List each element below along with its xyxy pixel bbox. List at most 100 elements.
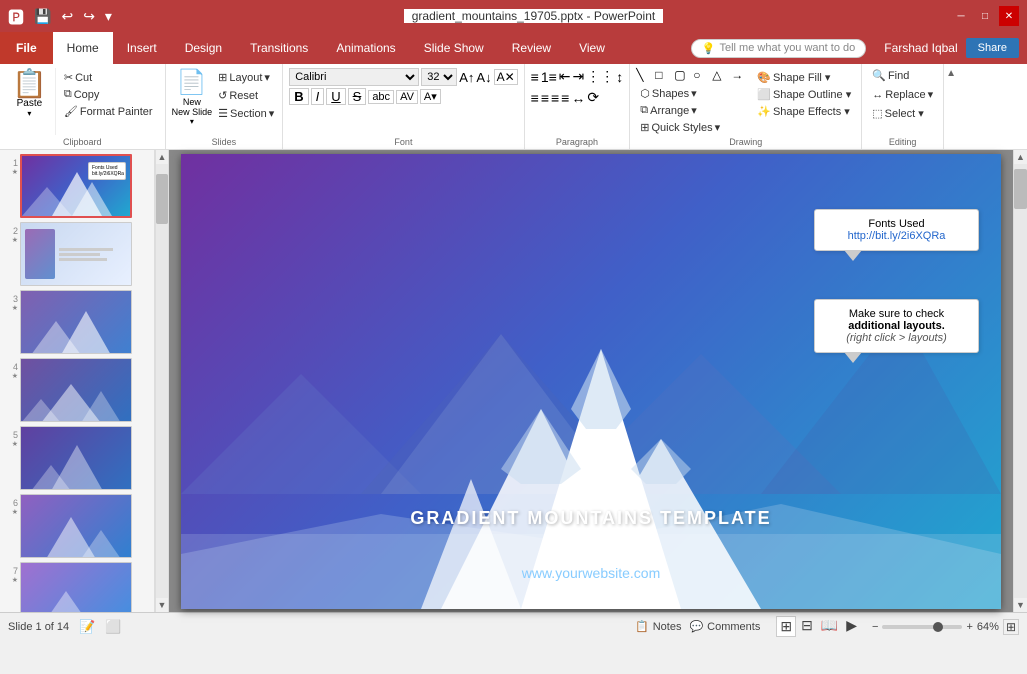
main-scroll-thumb[interactable] — [1014, 169, 1027, 209]
shape-rect-icon[interactable]: □ — [655, 68, 673, 82]
zoom-in-button[interactable]: + — [966, 621, 972, 633]
clear-formatting-button[interactable]: A✕ — [494, 69, 518, 85]
select-button[interactable]: ⬚ Select ▾ — [868, 106, 937, 121]
copy-button[interactable]: ⧉ Copy — [60, 87, 157, 102]
layout-button[interactable]: ⊞ Layout ▾ — [214, 70, 278, 85]
align-center-button[interactable]: ≡ — [541, 90, 549, 106]
ribbon-collapse-button[interactable]: ▲ — [944, 64, 958, 149]
reset-button[interactable]: ↺ Reset — [214, 88, 278, 103]
quick-styles-button[interactable]: ⊞ Quick Styles ▾ — [636, 120, 749, 135]
decrease-font-button[interactable]: A↓ — [476, 70, 491, 85]
zoom-out-button[interactable]: − — [872, 621, 878, 633]
slide-thumbnail-7[interactable]: 7 ★ — [2, 562, 152, 612]
slideshow-view-button[interactable]: ▶ — [843, 616, 860, 637]
slide-thumbnail-4[interactable]: 4 ★ — [2, 358, 152, 422]
maximize-button[interactable]: □ — [975, 6, 995, 26]
font-family-select[interactable]: Calibri — [289, 68, 419, 86]
font-size-select[interactable]: 32 — [421, 68, 457, 86]
minimize-button[interactable]: ─ — [951, 6, 971, 26]
slide-number-2: 2 — [13, 226, 18, 236]
zoom-slider[interactable] — [882, 625, 962, 629]
slide-thumbnail-5[interactable]: 5 ★ — [2, 426, 152, 490]
bullets-button[interactable]: ≡ — [531, 69, 539, 85]
justify-button[interactable]: ≡ — [561, 90, 569, 106]
underline-button[interactable]: U — [326, 88, 345, 105]
bold-button[interactable]: B — [289, 88, 308, 105]
reading-view-button[interactable]: 📖 — [818, 616, 841, 637]
columns-button[interactable]: ⋮⋮ — [586, 68, 614, 85]
tab-transitions[interactable]: Transitions — [236, 32, 322, 64]
normal-view-button[interactable]: ⊞ — [776, 616, 796, 637]
slide-sorter-button[interactable]: ⊟ — [798, 616, 816, 637]
shape-round-rect-icon[interactable]: ▢ — [674, 68, 692, 82]
customize-quick-access-icon[interactable]: ▾ — [101, 6, 116, 27]
format-painter-button[interactable]: 🖌 Format Painter — [60, 104, 157, 119]
tab-design[interactable]: Design — [171, 32, 236, 64]
tab-home[interactable]: Home — [53, 32, 113, 64]
zoom-slider-thumb[interactable] — [933, 622, 943, 632]
tab-view[interactable]: View — [565, 32, 619, 64]
new-slide-dropdown-icon[interactable]: ▾ — [190, 117, 194, 126]
arrange-button[interactable]: ⧉ Arrange ▾ — [636, 103, 749, 118]
slide-notes-status-icon[interactable]: 📝 — [79, 619, 95, 635]
paste-button[interactable]: 📋 Paste ▾ — [4, 68, 56, 135]
tab-insert[interactable]: Insert — [113, 32, 171, 64]
italic-button[interactable]: I — [311, 88, 325, 105]
notes-button[interactable]: 📋 Notes — [635, 620, 681, 633]
main-scroll-down-button[interactable]: ▼ — [1014, 598, 1027, 612]
share-button[interactable]: Share — [966, 38, 1019, 58]
scroll-down-button[interactable]: ▼ — [156, 598, 169, 612]
close-button[interactable]: ✕ — [999, 6, 1019, 26]
undo-icon[interactable]: ↩ — [57, 6, 77, 27]
redo-icon[interactable]: ↪ — [79, 6, 99, 27]
shape-arrow-icon[interactable]: → — [731, 68, 749, 82]
shape-effects-button[interactable]: ✨ Shape Effects ▾ — [753, 104, 855, 119]
increase-indent-button[interactable]: ⇥ — [573, 68, 585, 85]
align-left-button[interactable]: ≡ — [531, 90, 539, 106]
shape-outline-button[interactable]: ⬜ Shape Outline ▾ — [753, 87, 855, 102]
save-icon[interactable]: 💾 — [30, 6, 55, 27]
shape-triangle-icon[interactable]: △ — [712, 68, 730, 82]
accessibility-icon[interactable]: ⬜ — [105, 619, 121, 635]
font-color-button[interactable]: A▾ — [420, 89, 441, 104]
fit-to-window-button[interactable]: ⊞ — [1003, 619, 1019, 635]
text-shadow-button[interactable]: abc — [368, 90, 394, 104]
shapes-button[interactable]: ⬡ Shapes ▾ — [636, 86, 749, 101]
cut-button[interactable]: ✂ Cut — [60, 70, 157, 85]
shape-oval-icon[interactable]: ○ — [693, 68, 711, 82]
increase-font-button[interactable]: A↑ — [459, 70, 474, 85]
comments-button[interactable]: 💬 Comments — [689, 620, 760, 633]
main-scroll-up-button[interactable]: ▲ — [1014, 150, 1027, 164]
tab-review[interactable]: Review — [498, 32, 565, 64]
section-button[interactable]: ☰ Section ▾ — [214, 106, 278, 121]
convert-smartart-button[interactable]: ⟳ — [587, 89, 599, 106]
scroll-thumb[interactable] — [156, 174, 168, 224]
align-right-button[interactable]: ≡ — [551, 90, 559, 106]
strikethrough-button[interactable]: S — [348, 88, 367, 105]
replace-button[interactable]: ↔ Replace ▾ — [868, 87, 937, 102]
main-scrollbar-v[interactable]: ▲ ▼ — [1013, 150, 1027, 612]
line-spacing-button[interactable]: ↕ — [616, 69, 623, 85]
decrease-indent-button[interactable]: ⇤ — [559, 68, 571, 85]
slide-thumbnail-6[interactable]: 6 ★ — [2, 494, 152, 558]
shape-fill-button[interactable]: 🎨 Shape Fill ▾ — [753, 70, 855, 85]
slide-thumbnail-2[interactable]: 2 ★ — [2, 222, 152, 286]
new-slide-button[interactable]: 📄 New New Slide ▾ — [172, 68, 213, 126]
slide-thumbnail-1[interactable]: 1 ★ Fonts Usedbit.ly/2i6XQRa — [2, 154, 152, 218]
slide-thumbnail-3[interactable]: 3 ★ — [2, 290, 152, 354]
tab-slideshow[interactable]: Slide Show — [410, 32, 498, 64]
text-direction-button[interactable]: ↔ — [571, 90, 585, 106]
tab-file[interactable]: File — [0, 32, 53, 64]
shape-line-icon[interactable]: ╲ — [636, 68, 654, 82]
main-slide[interactable]: GRADIENT MOUNTAINS TEMPLATE www.yourwebs… — [181, 154, 1001, 609]
tab-animations[interactable]: Animations — [322, 32, 409, 64]
find-button[interactable]: 🔍 Find — [868, 68, 937, 83]
slide-6-thumbnail-image — [20, 494, 132, 558]
numbering-button[interactable]: 1≡ — [541, 69, 557, 85]
tell-me-input[interactable]: 💡 Tell me what you want to do — [691, 39, 866, 58]
scroll-up-button[interactable]: ▲ — [156, 150, 169, 164]
paste-dropdown-icon[interactable]: ▾ — [27, 109, 31, 118]
font-group: Calibri 32 A↑ A↓ A✕ B I U S abc AV A▾ Fo… — [283, 64, 524, 149]
slide-panel-scrollbar[interactable]: ▲ ▼ — [155, 150, 169, 612]
character-spacing-button[interactable]: AV — [396, 90, 418, 104]
